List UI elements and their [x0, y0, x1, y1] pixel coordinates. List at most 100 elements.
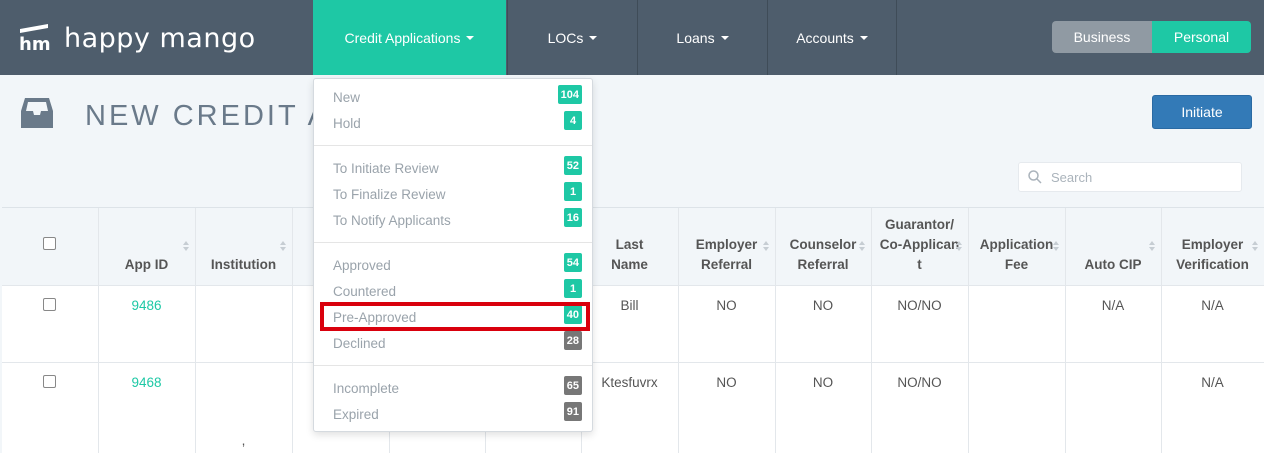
count-badge: 104 — [557, 85, 582, 104]
employer-verification-cell: N/A — [1161, 285, 1264, 363]
brand-name: happy mango — [64, 22, 256, 54]
dropdown-item-label: To Finalize Review — [333, 187, 446, 202]
column-header-employer-referral[interactable]: Employer Referral — [678, 208, 776, 286]
column-header-select — [2, 208, 99, 286]
column-header-auto-cip[interactable]: Auto CIP — [1065, 208, 1162, 286]
business-toggle-button[interactable]: Business — [1052, 21, 1152, 53]
table-header-row: App ID Institution Last Name Employer Refe… — [2, 208, 1264, 286]
nav-accounts[interactable]: Accounts — [767, 0, 897, 75]
select-all-checkbox[interactable] — [43, 237, 57, 251]
count-badge: 65 — [563, 376, 582, 395]
sort-icon — [279, 241, 286, 251]
row-checkbox[interactable] — [43, 374, 57, 388]
app-id-link[interactable]: 9468 — [98, 362, 196, 453]
caret-down-icon — [466, 35, 475, 40]
count-badge: 54 — [563, 253, 582, 272]
application-fee-cell — [968, 285, 1066, 363]
sort-icon — [1251, 241, 1258, 251]
caret-down-icon — [589, 35, 598, 40]
dropdown-divider — [314, 242, 592, 243]
count-badge: 16 — [563, 208, 582, 227]
caret-down-icon — [720, 35, 729, 40]
column-header-guarantor[interactable]: Guarantor/Co-Applican t — [871, 208, 969, 286]
column-header-label: Application Fee — [979, 236, 1054, 272]
dropdown-divider — [314, 365, 592, 366]
count-badge: 91 — [563, 402, 582, 421]
sort-icon — [1148, 241, 1155, 251]
top-navbar: hm happy mango Credit Applications LOCs … — [0, 0, 1264, 75]
column-header-application-fee[interactable]: Application Fee — [968, 208, 1066, 286]
nav-credit-applications-label: Credit Applications — [344, 29, 461, 46]
column-header-label: Employer Referral — [695, 236, 758, 272]
nav-locs[interactable]: LOCs — [507, 0, 637, 75]
dropdown-divider — [314, 145, 592, 146]
brand-mark-icon: hm — [18, 23, 52, 55]
row-select-cell — [2, 285, 99, 363]
dropdown-item-label: Declined — [333, 336, 386, 351]
column-header-employer-verification[interactable]: Employer Verification — [1161, 208, 1264, 286]
dropdown-item-to-notify-applicants[interactable]: To Notify Applicants 16 — [314, 208, 592, 234]
count-badge: 1 — [564, 279, 582, 298]
page-title: NEW CREDIT A — [85, 100, 330, 132]
brand-logo[interactable]: hm happy mango — [18, 18, 256, 58]
column-header-last-name[interactable]: Last Name — [581, 208, 679, 286]
dropdown-item-pre-approved[interactable]: Pre-Approved 40 — [314, 305, 592, 331]
table-row[interactable]: 9468 , 20 Ktesfuvrx NO NO NO/NO N/A — [2, 362, 1264, 453]
employer-referral-cell: NO — [678, 362, 776, 453]
last-name-cell: Bill — [581, 285, 679, 363]
dropdown-item-label: Expired — [333, 407, 379, 422]
column-header-label: Guarantor/Co-Applican t — [879, 216, 960, 272]
column-header-label: Employer Verification — [1176, 236, 1249, 272]
dropdown-item-to-finalize-review[interactable]: To Finalize Review 1 — [314, 182, 592, 208]
auto-cip-cell — [1065, 362, 1162, 453]
sort-icon — [1052, 241, 1059, 251]
brand-mark-text: hm — [19, 34, 51, 53]
search-box — [1018, 162, 1242, 192]
dropdown-item-expired[interactable]: Expired 91 — [314, 402, 592, 428]
nav-locs-label: LOCs — [547, 29, 584, 46]
table-row[interactable]: 9486 20 Bill NO NO NO/NO N/A N/A — [2, 285, 1264, 363]
sort-icon — [858, 241, 865, 251]
counselor-referral-cell: NO — [775, 362, 872, 453]
auto-cip-cell: N/A — [1065, 285, 1162, 363]
dropdown-item-declined[interactable]: Declined 28 — [314, 331, 592, 357]
dropdown-item-new[interactable]: New 104 — [314, 85, 592, 111]
dropdown-item-hold[interactable]: Hold 4 — [314, 111, 592, 137]
search-icon — [1028, 170, 1042, 184]
applications-table: App ID Institution Last Name Employer Refe… — [2, 207, 1264, 453]
nav-credit-applications[interactable]: Credit Applications — [313, 0, 506, 75]
dropdown-item-incomplete[interactable]: Incomplete 65 — [314, 376, 592, 402]
app-id-link[interactable]: 9486 — [98, 285, 196, 363]
counselor-referral-cell: NO — [775, 285, 872, 363]
count-badge: 28 — [563, 331, 582, 350]
column-header-label: Institution — [210, 256, 277, 272]
row-checkbox[interactable] — [43, 297, 57, 311]
personal-toggle-button[interactable]: Personal — [1152, 21, 1251, 53]
dropdown-item-approved[interactable]: Approved 54 — [314, 253, 592, 279]
count-badge: 1 — [564, 182, 582, 201]
column-header-label: App ID — [124, 256, 169, 272]
nav-loans-label: Loans — [676, 29, 715, 46]
column-header-counselor-referral[interactable]: Counselor Referral — [775, 208, 872, 286]
column-header-app-id[interactable]: App ID — [98, 208, 196, 286]
inbox-icon — [21, 98, 53, 128]
dropdown-item-to-initiate-review[interactable]: To Initiate Review 52 — [314, 156, 592, 182]
caret-down-icon — [859, 35, 868, 40]
dropdown-item-label: To Initiate Review — [333, 161, 439, 176]
initiate-button[interactable]: Initiate — [1152, 95, 1252, 129]
institution-cell — [195, 285, 293, 363]
dropdown-item-countered[interactable]: Countered 1 — [314, 279, 592, 305]
dropdown-item-label: New — [333, 90, 361, 105]
column-header-label: Counselor Referral — [789, 236, 857, 272]
sort-icon — [762, 241, 769, 251]
credit-applications-dropdown: New 104 Hold 4 To Initiate Review 52 To … — [313, 78, 593, 432]
nav-loans[interactable]: Loans — [637, 0, 767, 75]
dropdown-item-label: Pre-Approved — [333, 310, 417, 325]
institution-cell: , — [195, 362, 293, 453]
sort-icon — [955, 241, 962, 251]
search-input[interactable] — [1051, 169, 1231, 185]
column-header-institution[interactable]: Institution — [195, 208, 293, 286]
institution-text: , — [241, 432, 246, 448]
count-badge: 4 — [564, 111, 582, 130]
count-badge: 40 — [563, 305, 582, 324]
